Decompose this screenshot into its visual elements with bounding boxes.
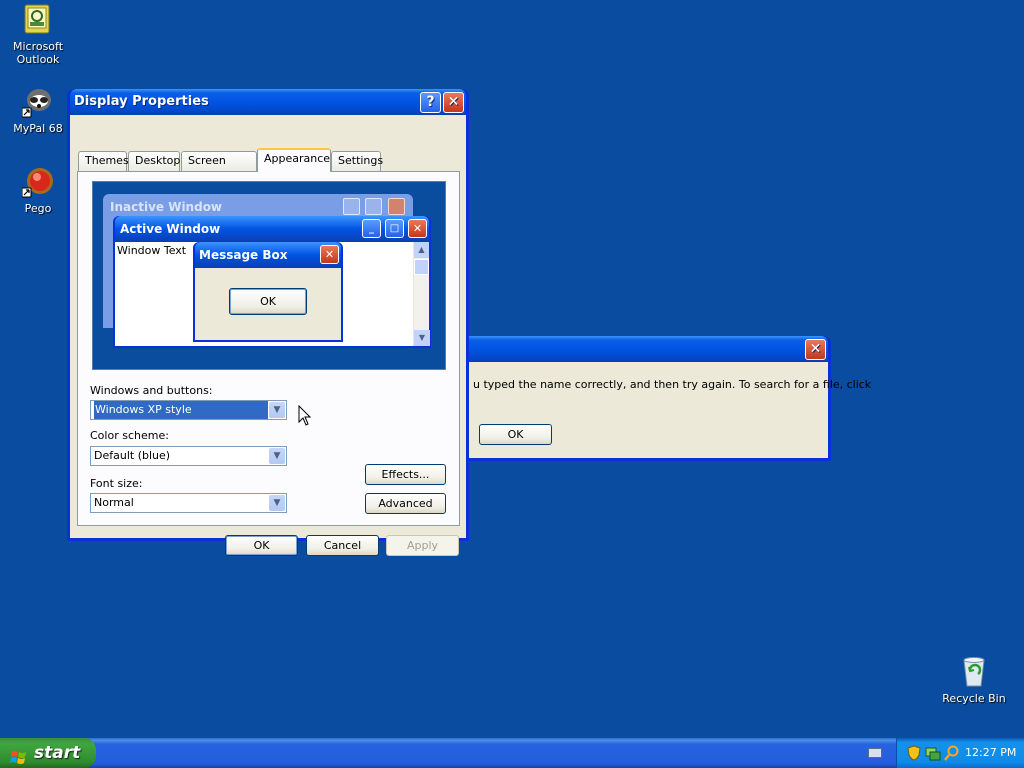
error-dialog-titlebar: ✕ [443,336,828,362]
close-icon: ✕ [809,341,822,357]
preview-inactive-close [388,198,405,215]
scroll-thumb [414,259,429,275]
effects-button[interactable]: Effects... [365,464,446,485]
display-properties-body: Themes Desktop Screen Saver Appearance S… [70,115,466,556]
preview-message-box: Message Box ✕ OK [193,242,343,342]
scroll-up-icon: ▲ [414,242,429,258]
error-message: u typed the name correctly, and then try… [473,378,872,391]
tab-settings[interactable]: Settings [331,151,383,171]
desktop-icon-label: MyPal 68 [13,122,63,135]
windows-logo-icon [10,745,28,768]
desktop-icon-outlook[interactable]: Microsoft Outlook [0,4,76,66]
appearance-preview: Inactive Window Active Window _ □ ✕ Wind… [92,181,446,370]
cancel-button[interactable]: Cancel [306,535,379,556]
system-tray: 12:27 PM [896,738,1024,768]
recycle-bin-icon [958,656,990,688]
tab-themes[interactable]: Themes [78,151,129,171]
desktop-icon-label-line2: Outlook [16,53,60,66]
desktop-icon-label: Recycle Bin [942,692,1006,705]
close-button[interactable]: ✕ [443,92,464,113]
font-size-value: Normal [94,496,134,509]
chevron-down-icon[interactable]: ▼ [269,495,285,511]
preview-message-title: Message Box [199,248,288,262]
color-scheme-label: Color scheme: [90,429,169,442]
search-icon[interactable] [944,745,960,764]
desktop-icon-label: Pego [24,202,52,215]
preview-maximize-button: □ [385,219,404,238]
apply-button[interactable]: Apply [386,535,459,556]
taskbar: start 12:27 PM [0,738,1024,768]
preview-message-body: OK [195,268,341,340]
help-icon: ? [426,94,435,110]
tab-screen-saver[interactable]: Screen Saver [181,151,257,185]
preview-message-titlebar: Message Box ✕ [195,242,341,268]
network-icon[interactable] [925,745,941,764]
desktop-icon-pego[interactable]: Pego [0,166,76,215]
error-dialog: ✕ u typed the name correctly, and then t… [440,336,871,461]
shield-icon[interactable] [907,745,921,764]
mouse-cursor-icon [298,404,312,430]
error-ok-button[interactable]: OK [479,424,552,445]
keyboard-icon[interactable] [868,748,882,758]
font-size-label: Font size: [90,477,143,490]
chevron-down-icon[interactable]: ▼ [269,448,285,464]
desktop-icon-label: Microsoft [12,40,64,53]
preview-active-title: Active Window [120,222,221,236]
windows-buttons-label: Windows and buttons: [90,384,213,397]
preview-message-ok-button: OK [229,288,307,315]
window-title: Display Properties [74,94,209,109]
error-dialog-close-button[interactable]: ✕ [805,339,826,360]
raccoon-icon [21,86,54,118]
tab-appearance[interactable]: Appearance [257,148,331,172]
close-icon: ✕ [447,94,460,110]
tab-desktop[interactable]: Desktop [128,151,180,171]
help-button[interactable]: ? [420,92,441,113]
preview-inactive-maximize [365,198,382,215]
error-dialog-body: u typed the name correctly, and then try… [443,362,871,458]
preview-close-button: ✕ [408,219,427,238]
start-button[interactable]: start [0,738,96,768]
scroll-down-icon: ▼ [414,330,430,346]
desktop-icon-recycle-bin[interactable]: Recycle Bin [936,656,1012,705]
preview-scrollbar: ▲ ▼ [413,242,430,346]
clock[interactable]: 12:27 PM [965,746,1016,759]
color-scheme-value: Default (blue) [94,449,171,462]
color-scheme-select[interactable]: Default (blue) ▼ [90,446,287,466]
font-size-select[interactable]: Normal ▼ [90,493,287,513]
display-properties-window: Display Properties ? ✕ Themes Desktop Sc… [67,89,469,556]
advanced-button[interactable]: Advanced [365,493,446,514]
pego-icon [21,166,54,198]
chevron-down-icon[interactable]: ▼ [269,402,285,418]
windows-buttons-value: Windows XP style [94,401,268,419]
preview-inactive-minimize [343,198,360,215]
preview-active-titlebar: Active Window _ □ ✕ [115,216,429,242]
desktop-icon-mypal[interactable]: MyPal 68 [0,86,76,135]
preview-inactive-title: Inactive Window [110,200,223,214]
preview-minimize-button: _ [362,219,381,238]
preview-window-text: Window Text [117,244,187,257]
windows-buttons-select[interactable]: Windows XP style ▼ [90,400,287,420]
display-properties-titlebar: Display Properties ? ✕ [70,89,466,115]
start-label: start [34,743,81,763]
preview-message-close-button: ✕ [320,245,339,264]
outlook-icon [22,4,54,36]
ok-button[interactable]: OK [225,535,298,556]
